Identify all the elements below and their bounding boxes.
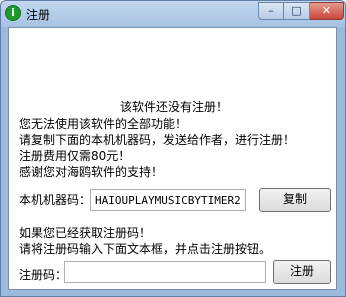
- minimize-button[interactable]: –: [258, 2, 284, 20]
- window-title: 注册: [26, 8, 51, 22]
- message-line: 请复制下面的本机机器码，发送给作者，进行注册！: [19, 133, 296, 147]
- instruction-line: 请将注册码输入下面文本框，并点击注册按钮。: [19, 242, 272, 256]
- message-line: 您无法使用该软件的全部功能！: [19, 117, 188, 131]
- registration-code-input[interactable]: [65, 262, 265, 282]
- instruction-line: 如果您已经获取注册码！: [19, 226, 152, 240]
- copy-button[interactable]: 复制: [259, 188, 331, 212]
- machine-code-field[interactable]: [90, 189, 246, 211]
- unregistered-heading: 该软件还没有注册！: [120, 100, 229, 114]
- registration-code-field[interactable]: [64, 261, 266, 283]
- registration-window: i 注册 – □ ✕ 该软件还没有注册！ 您无法使用该软件的全部功能！ 请复制下…: [0, 0, 346, 297]
- info-icon: i: [5, 5, 21, 21]
- message-line: 感谢您对海鸥软件的支持！: [19, 165, 164, 179]
- machine-code-input[interactable]: [91, 190, 245, 210]
- message-line: 注册费用仅需80元！: [19, 149, 131, 163]
- dialog-body: 该软件还没有注册！ 您无法使用该软件的全部功能！ 请复制下面的本机机器码，发送给…: [8, 27, 337, 290]
- close-button[interactable]: ✕: [310, 2, 344, 20]
- register-button[interactable]: 注册: [273, 260, 331, 284]
- registration-code-label: 注册码：: [19, 268, 68, 282]
- maximize-button[interactable]: □: [284, 2, 310, 20]
- machine-code-label: 本机机器码：: [19, 193, 92, 207]
- title-bar[interactable]: i 注册 – □ ✕: [1, 1, 345, 27]
